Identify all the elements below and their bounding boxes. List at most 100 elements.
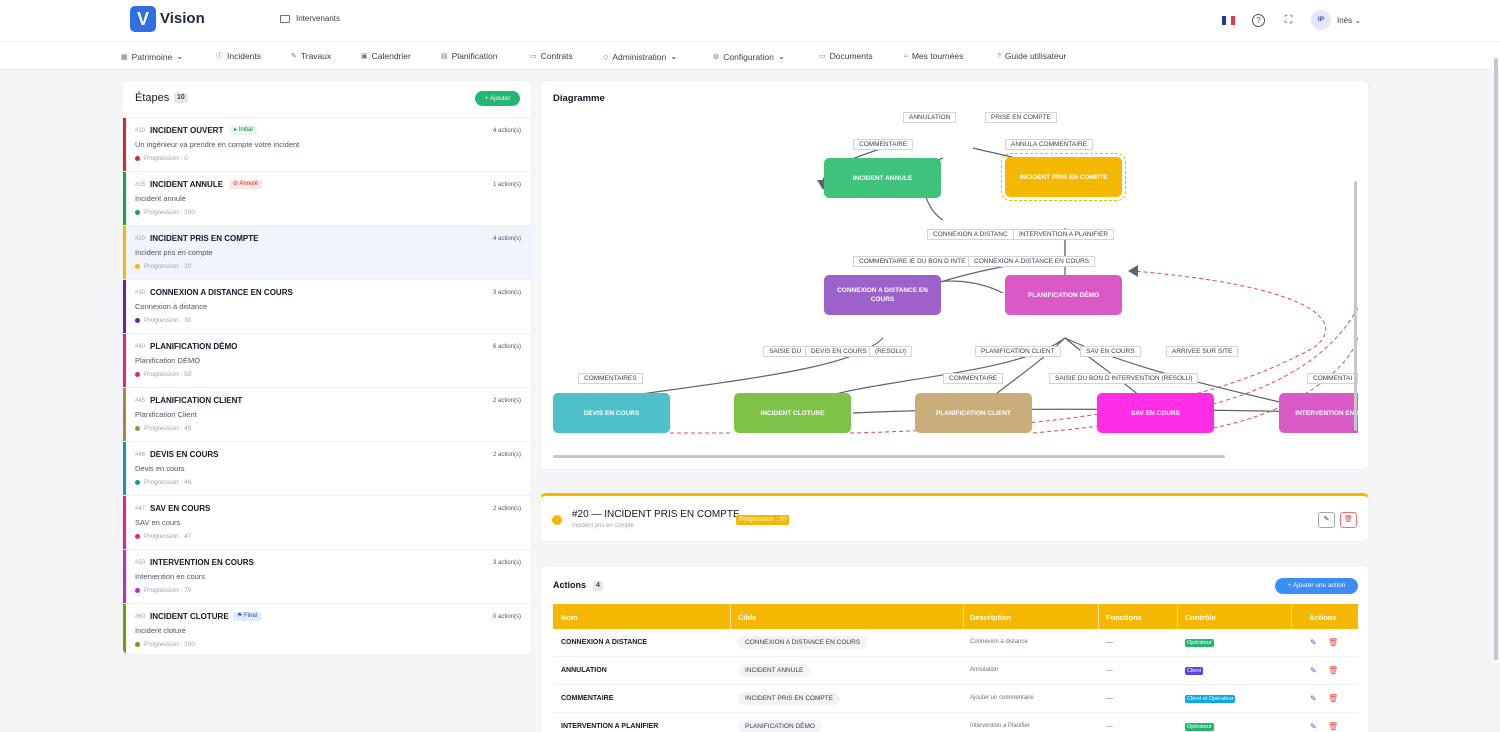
diagram-horizontal-scrollbar[interactable] [553, 455, 1225, 458]
page-scrollbar[interactable] [1494, 58, 1498, 660]
nav-mes-tournees[interactable]: ≈ Mes tournées [904, 51, 963, 61]
chevron-down-icon: ⌄ [670, 51, 678, 61]
node-devis-en-cours[interactable]: DEVIS EN COURS [553, 393, 670, 433]
step-name: SAV EN COURS [150, 504, 211, 513]
edge-label: ARRIVEE SUR SITE [1166, 346, 1239, 357]
add-action-button[interactable]: + Ajouter une action [1275, 578, 1358, 594]
table-row[interactable]: ANNULATION INCIDENT ANNULE Annulation — Clie… [553, 657, 1358, 685]
french-flag-icon[interactable] [1222, 16, 1235, 25]
nav-guide[interactable]: ? Guide utilisateur [997, 51, 1066, 61]
node-incident-pris-en-compte[interactable]: INCIDENT PRIS EN COMPTE [1001, 153, 1126, 201]
col-description[interactable]: Description [970, 613, 1011, 622]
trash-icon[interactable]: 🗑 [1328, 666, 1338, 675]
edit-icon[interactable]: ✎ [1310, 638, 1317, 647]
nav-patrimoine[interactable]: ▦ Patrimoine ⌄ [121, 51, 183, 62]
edge-label: INTERVENTION A PLANIFIER [1013, 229, 1115, 240]
step-progress: Progression : 100 [135, 209, 195, 216]
control-badge: Client [1185, 667, 1204, 675]
step-number: #60 [135, 614, 146, 620]
step-name: INCIDENT CLOTURE [150, 612, 229, 621]
nav-administration[interactable]: ◇ Administration ⌄ [603, 51, 677, 62]
step-progress: Progression : 70 [135, 587, 191, 594]
node-incident-annule[interactable]: INCIDENT ANNULE [824, 158, 941, 198]
node-planification-client[interactable]: PLANIFICATION CLIENT [915, 393, 1032, 433]
help-circle-icon[interactable]: ? [1252, 14, 1265, 27]
col-controle[interactable]: Contrôle [1185, 613, 1216, 622]
step-name: INCIDENT OUVERT [150, 126, 224, 135]
intervenants-link[interactable]: Intervenants [280, 14, 340, 23]
add-step-button[interactable]: + Ajouter [475, 91, 520, 106]
chevron-down-icon: ⌄ [777, 51, 785, 61]
column-divider [1098, 604, 1099, 629]
table-row[interactable]: COMMENTAIRE INCIDENT PRIS EN COMPTE Ajoute… [553, 685, 1358, 713]
nav-incidents[interactable]: ⓘ Incidents [216, 51, 261, 61]
nav-planification[interactable]: ▤ Planification [441, 51, 497, 61]
nav-calendrier[interactable]: ▣ Calendrier [361, 51, 411, 61]
nav-documents[interactable]: ▭ Documents [819, 51, 873, 61]
node-connexion-a-distance[interactable]: CONNEXION A DISTANCE EN COURS [824, 275, 941, 315]
step-progress: Progression : 0 [135, 155, 188, 162]
step-item[interactable]: #45 PLANIFICATION CLIENT 2 action(s) Planif… [123, 387, 531, 441]
step-number: #46 [135, 452, 146, 458]
edge-label: COMMENTAIRES [578, 373, 643, 384]
node-intervention-en-cours[interactable]: INTERVENTION EN COURS [1279, 393, 1358, 433]
step-item[interactable]: #46 DEVIS EN COURS 2 action(s) Devis en cou… [123, 441, 531, 495]
col-cible[interactable]: Cible [738, 613, 756, 622]
step-item[interactable]: #10 INCIDENT OUVERT ▸ Initial 4 action(s) Un… [123, 117, 531, 171]
nav-contrats[interactable]: ▭ Contrats [530, 51, 573, 61]
nav-label: Contrats [540, 51, 573, 61]
edit-icon[interactable]: ✎ [1310, 694, 1317, 703]
edit-icon[interactable]: ✎ [1310, 666, 1317, 675]
action-description: Intervention a Planifier [970, 723, 1030, 729]
column-divider [1177, 604, 1178, 629]
app-logo[interactable]: V [130, 6, 156, 32]
step-actions-count: 2 action(s) [492, 452, 521, 458]
table-row[interactable]: INTERVENTION A PLANIFIER PLANIFICATION DÉ… [553, 713, 1358, 732]
step-item[interactable]: #50 INTERVENTION EN COURS 3 action(s) Inter… [123, 549, 531, 603]
trash-icon[interactable]: 🗑 [1328, 722, 1338, 731]
step-color-bar [123, 550, 126, 603]
main-nav: ▦ Patrimoine ⌄ ⓘ Incidents ✎ Travaux ▣ Calend… [0, 42, 1500, 70]
node-planification-demo[interactable]: PLANIFICATION DÉMO [1005, 275, 1122, 315]
step-actions-count: 4 action(s) [492, 128, 521, 134]
node-incident-cloture[interactable]: INCIDENT CLOTURE [734, 393, 851, 433]
edit-icon[interactable]: ✎ [1310, 722, 1317, 731]
step-color-bar [123, 226, 126, 279]
building-icon: ▦ [121, 53, 128, 61]
trash-icon[interactable]: 🗑 [1328, 694, 1338, 703]
column-divider [1291, 604, 1292, 629]
progress-dot [135, 534, 140, 539]
node-sav-en-cours[interactable]: SAV EN COURS [1097, 393, 1214, 433]
diagram-vertical-scrollbar[interactable] [1354, 181, 1357, 431]
step-item[interactable]: #20 INCIDENT PRIS EN COMPTE 4 action(s) Inc… [123, 225, 531, 279]
trash-icon[interactable]: 🗑 [1328, 638, 1338, 647]
edit-step-button[interactable]: ✎ [1318, 512, 1335, 528]
step-item[interactable]: #40 PLANIFICATION DÉMO 6 action(s) Planific… [123, 333, 531, 387]
step-progress: Progression : 100 [135, 641, 195, 648]
progress-dot [135, 372, 140, 377]
progress-dot [135, 318, 140, 323]
progress-text: Progression : 50 [144, 371, 192, 378]
action-name: INTERVENTION A PLANIFIER [561, 723, 659, 730]
step-item[interactable]: #30 CONNEXION A DISTANCE EN COURS 3 action… [123, 279, 531, 333]
step-item[interactable]: #47 SAV EN COURS 2 action(s) SAV en cours Pr… [123, 495, 531, 549]
step-item[interactable]: #60 INCIDENT CLOTURE ⚑ Final 0 action(s) Inc… [123, 603, 531, 654]
nav-travaux[interactable]: ✎ Travaux [291, 51, 331, 61]
delete-step-button[interactable]: 🗑 [1340, 512, 1357, 528]
shield-icon: ◇ [603, 53, 609, 61]
user-menu[interactable]: Inès ⌄ [1337, 16, 1361, 25]
col-fonctions[interactable]: Fonctions [1106, 613, 1142, 622]
planning-icon: ▤ [441, 53, 448, 60]
step-item[interactable]: #15 INCIDENT ANNULE ⊘ Annulé 1 action(s) Inc… [123, 171, 531, 225]
tool-icon: ✎ [291, 53, 297, 60]
route-icon: ≈ [904, 52, 908, 60]
table-row[interactable]: CONNEXION A DISTANCE CONNEXION A DISTANCE… [553, 629, 1358, 657]
nav-configuration[interactable]: ⚙ Configuration ⌄ [713, 51, 785, 62]
nav-label: Planification [451, 51, 498, 61]
diagram-canvas[interactable]: INCIDENT ANNULE INCIDENT PRIS EN COMPTE … [553, 108, 1358, 460]
step-progress: Progression : 30 [135, 317, 191, 324]
avatar[interactable]: IP [1311, 10, 1331, 30]
fullscreen-icon[interactable]: ⛶ [1282, 14, 1295, 27]
col-nom[interactable]: Nom [561, 613, 578, 622]
action-target-chip: PLANIFICATION DÉMO [738, 720, 822, 732]
